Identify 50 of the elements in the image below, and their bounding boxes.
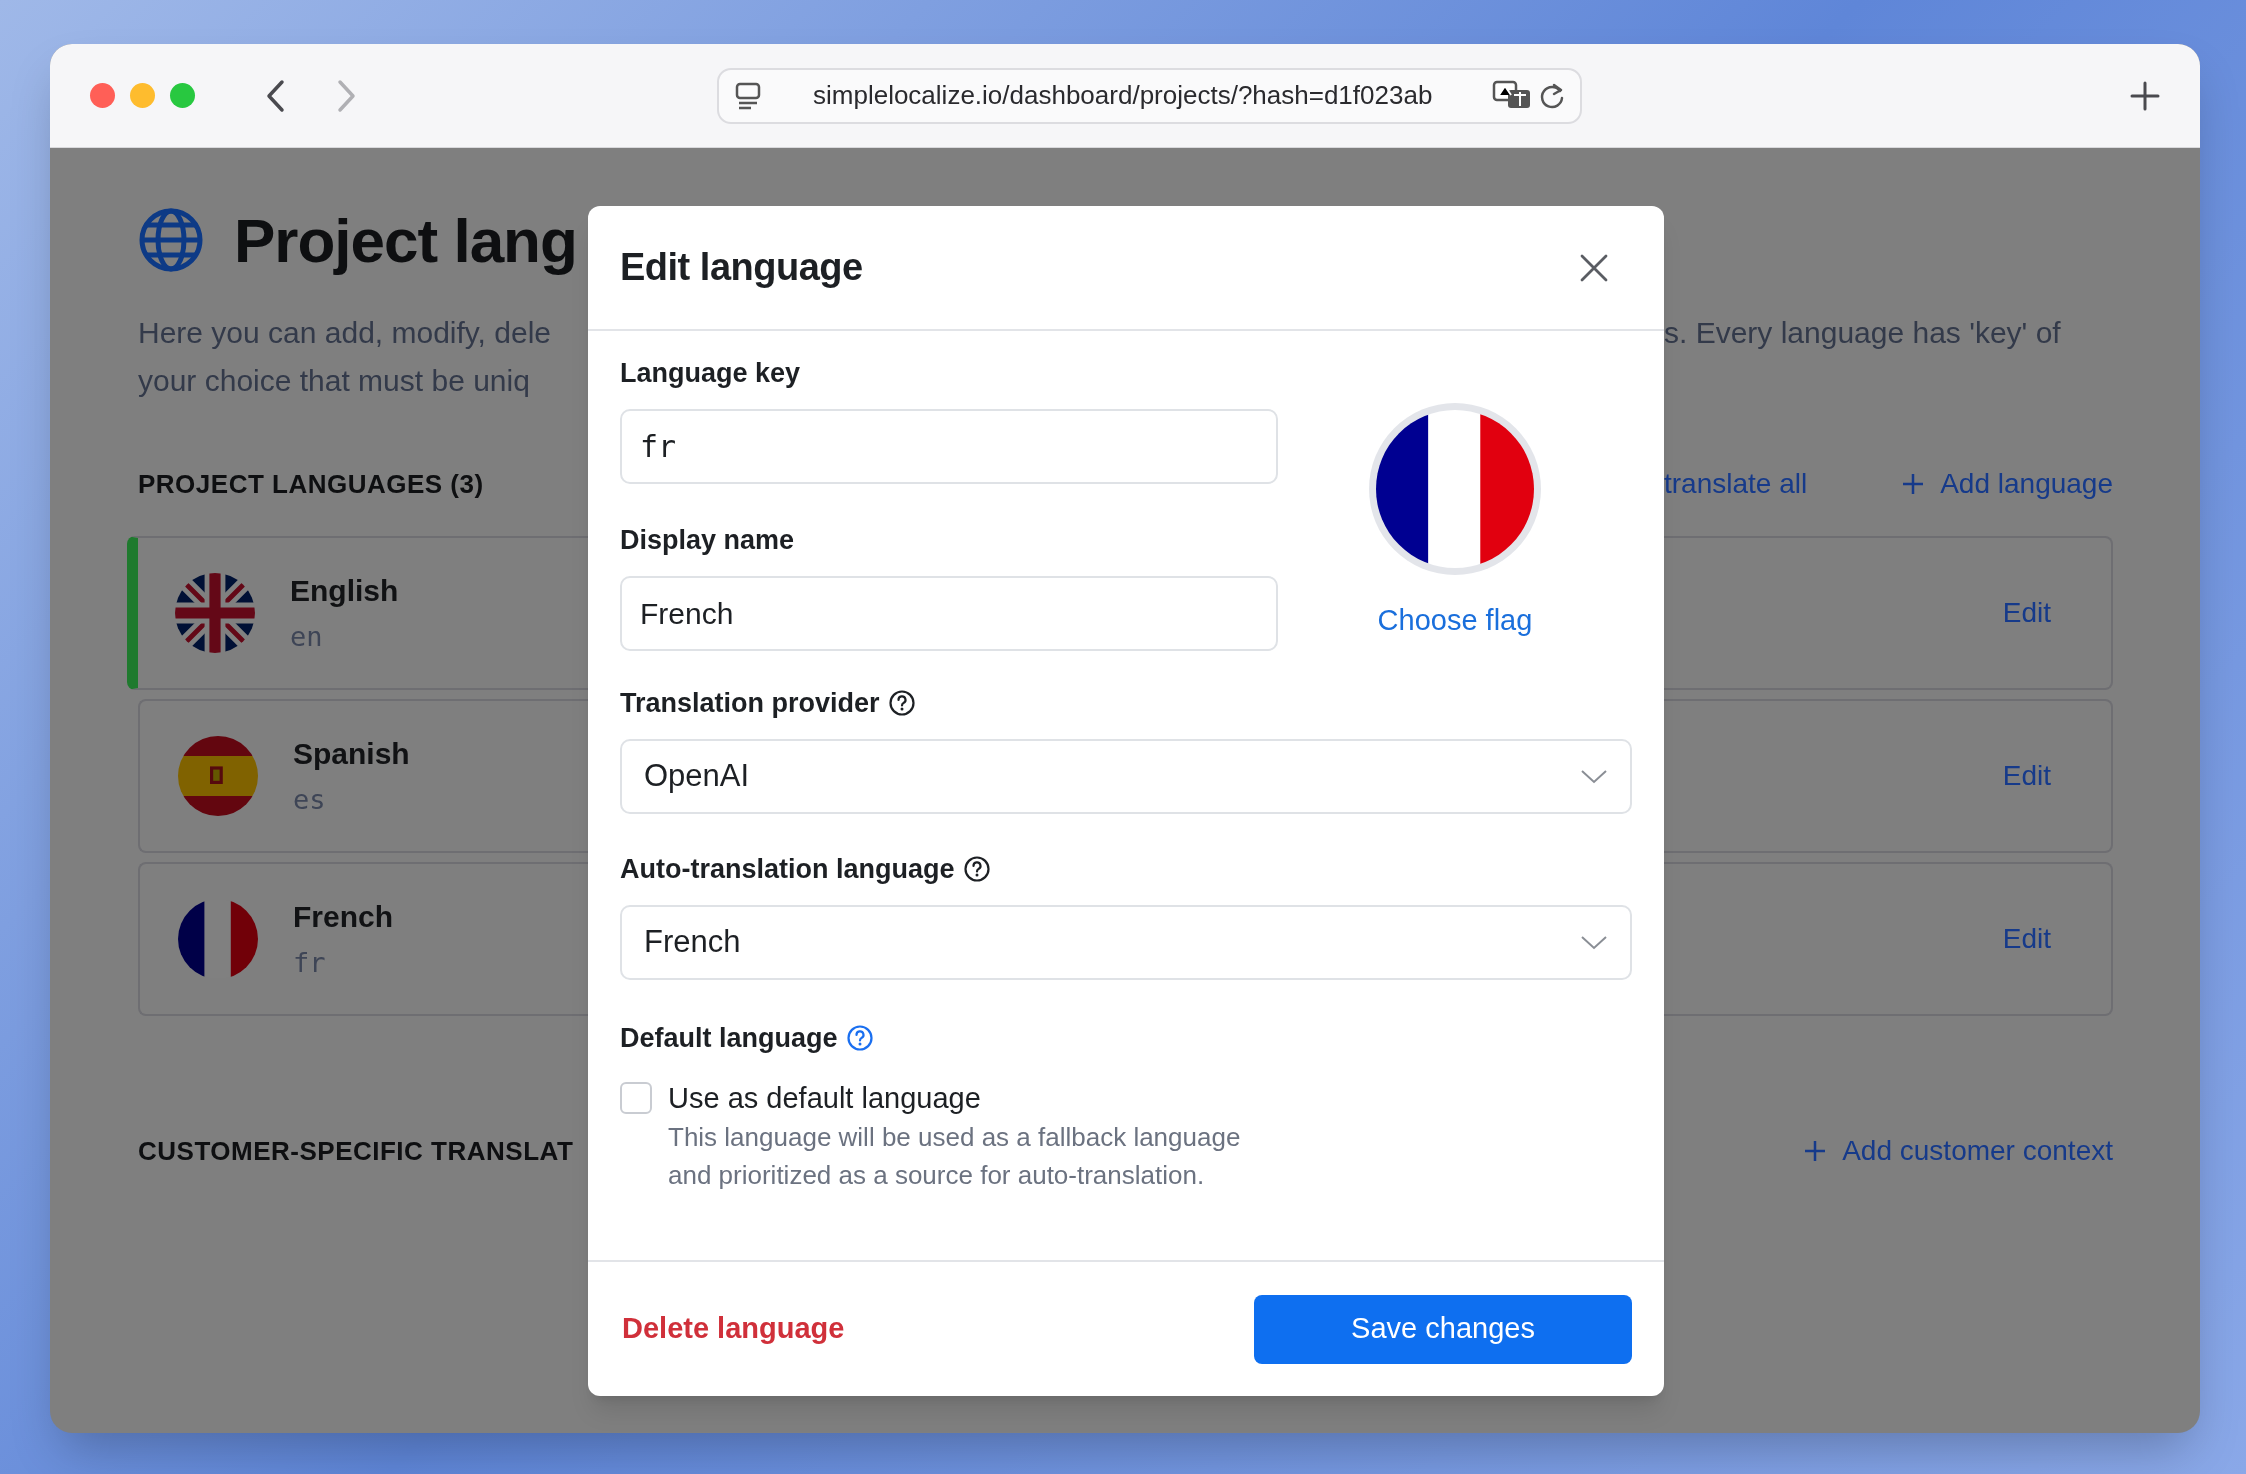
field-label: Default language (620, 1021, 838, 1055)
translate-all-link[interactable]: translate all (1664, 463, 1808, 505)
checkbox[interactable] (620, 1082, 652, 1114)
text-input-field[interactable]: French (620, 576, 1278, 651)
section-heading: PROJECT LANGUAGES (3) (138, 467, 484, 501)
globe-icon (138, 207, 204, 273)
field-label: Translation provider (620, 686, 880, 720)
language-name: English (290, 573, 399, 610)
back-icon[interactable] (265, 78, 287, 113)
language-name: Spanish (293, 736, 410, 773)
description-text: your choice that must be uniq (138, 362, 530, 399)
delete-language-button[interactable]: Delete language (622, 1307, 845, 1351)
close-icon (1580, 253, 1608, 282)
url-text: simplelocalize.io/dashboard/projects/?hash=d1f023ab (813, 79, 1433, 112)
edit-link[interactable]: Edit (2002, 918, 2051, 960)
help-text: This language will be used as a fallback language and prioritized as a source for auto-translation. (668, 1121, 1241, 1192)
text-input-field[interactable]: fr (620, 409, 1278, 484)
field-label: Auto-translation language (620, 852, 955, 886)
plus-icon (1804, 1140, 1827, 1162)
add-customer-context-link[interactable]: Add customer context (1804, 1130, 2113, 1172)
description-text: Here you can add, modify, dele (138, 314, 551, 351)
help-icon[interactable] (887, 689, 916, 717)
language-key: fr (293, 943, 394, 984)
language-name: French (293, 899, 394, 936)
checkbox-label: Use as default language (668, 1081, 982, 1116)
choose-flag-link[interactable]: Choose flag (1377, 599, 1533, 643)
description-text: s. Every language has 'key' of (1664, 314, 2061, 351)
chevron-down-icon (1580, 934, 1608, 951)
edit-link[interactable]: Edit (2002, 755, 2051, 797)
save-changes-button[interactable]: Save changes (1254, 1294, 1632, 1364)
language-key: en (290, 617, 399, 658)
field-label: Display name (620, 523, 795, 557)
page-icon (735, 81, 761, 110)
language-key: es (293, 780, 410, 821)
field-label: Language key (620, 356, 801, 390)
new-tab-icon[interactable] (2130, 80, 2160, 111)
help-icon[interactable] (962, 855, 991, 883)
edit-link[interactable]: Edit (2002, 592, 2051, 634)
dropdown-select[interactable]: French (620, 905, 1632, 980)
flag-icon (178, 899, 258, 979)
chevron-down-icon (1580, 768, 1608, 785)
dropdown-select[interactable]: OpenAI (620, 739, 1632, 814)
section-heading: CUSTOMER-SPECIFIC TRANSLAT (138, 1134, 574, 1168)
address-bar[interactable]: simplelocalize.io/dashboard/projects/?hash=d1f023ab (717, 67, 1582, 124)
page-title: Project lang (234, 204, 577, 277)
add-language-link[interactable]: Add language (1902, 463, 2113, 505)
plus-icon (1902, 473, 1925, 495)
flag-icon (1376, 410, 1534, 568)
dialog-title: Edit language (620, 245, 863, 290)
window-control-icon[interactable] (90, 83, 115, 108)
